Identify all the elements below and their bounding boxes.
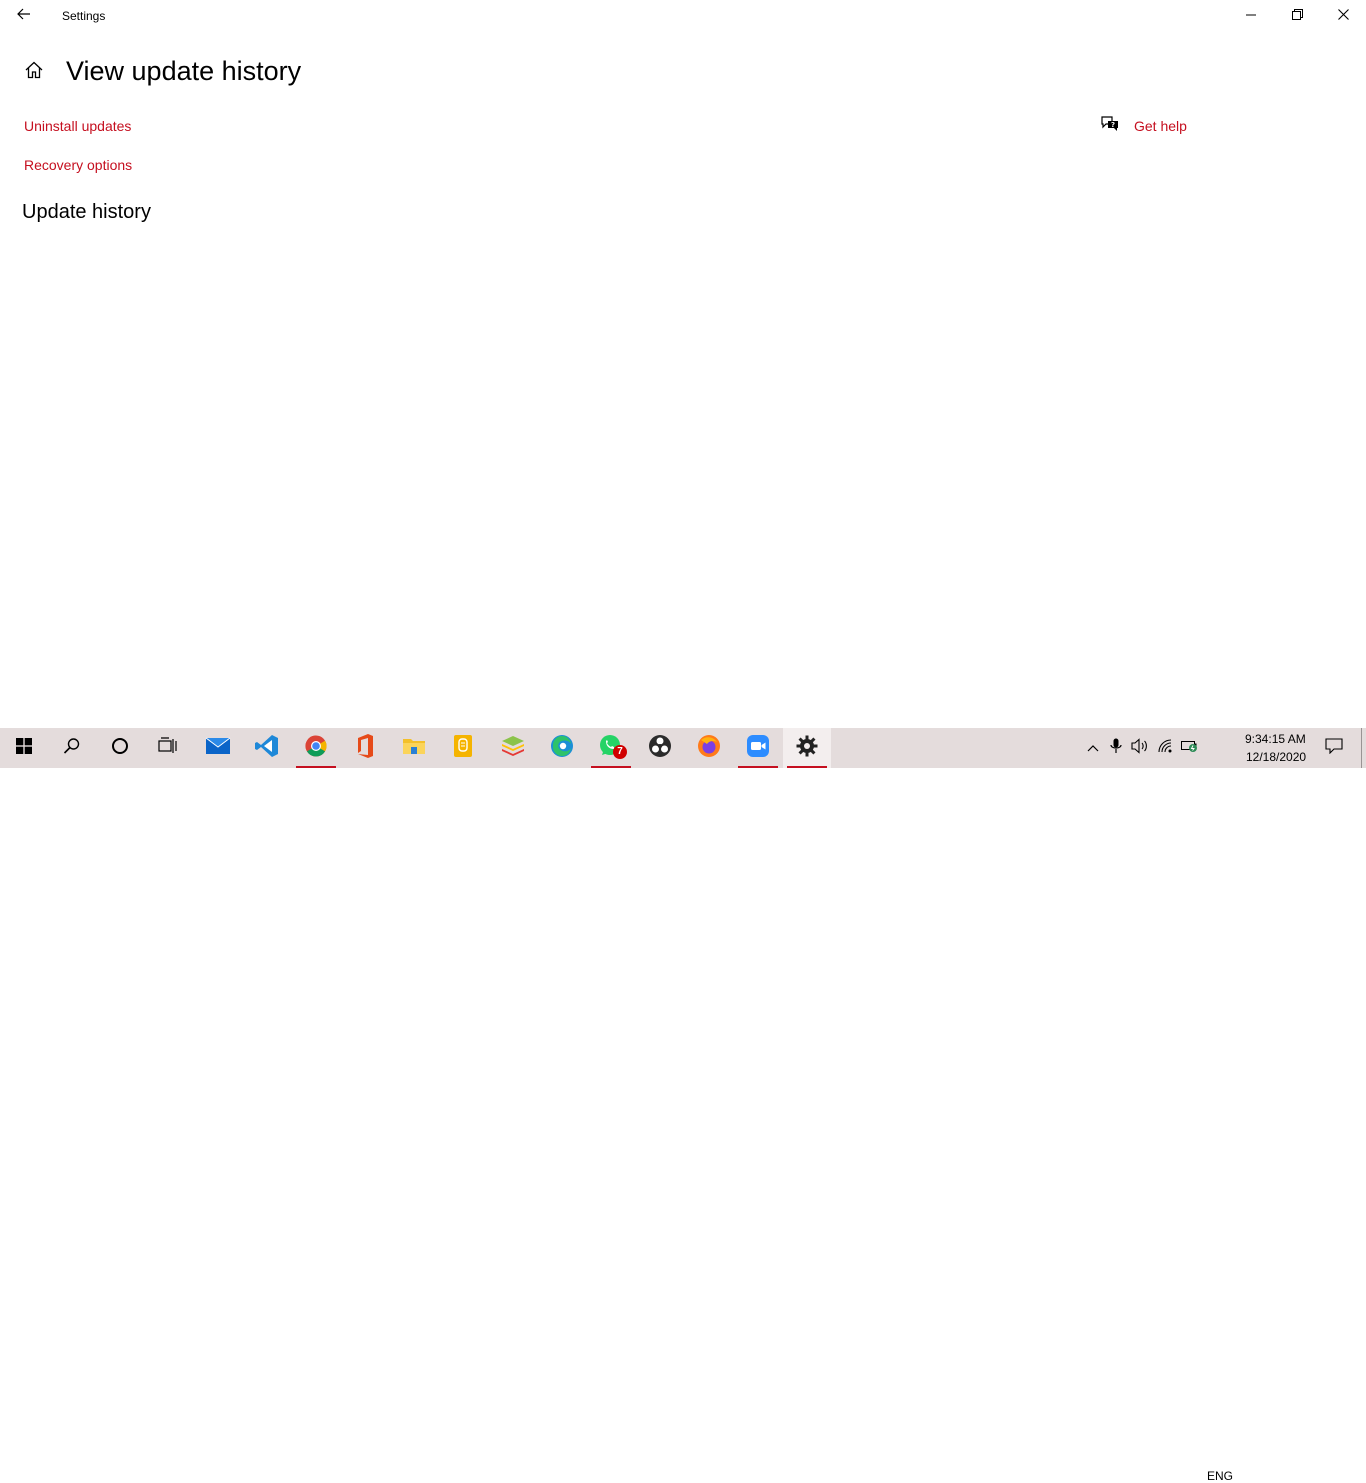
recovery-options-link[interactable]: Recovery options (24, 157, 132, 173)
file-explorer-app[interactable] (390, 728, 438, 768)
vscode-icon (255, 734, 279, 763)
edge-app[interactable] (538, 728, 586, 768)
close-button[interactable] (1320, 0, 1366, 32)
notes-app[interactable] (439, 728, 487, 768)
get-help-link[interactable]: Get help (1134, 118, 1187, 134)
chrome-app[interactable] (292, 728, 340, 768)
back-button[interactable] (0, 0, 48, 32)
show-desktop-divider[interactable] (1361, 728, 1362, 768)
notification-badge: 7 (613, 745, 627, 759)
microphone-icon (1110, 738, 1122, 759)
title-bar: Settings (0, 0, 1366, 32)
task-view-button[interactable] (144, 728, 192, 768)
settings-window: Settings View update history Uninstall u… (0, 0, 1366, 728)
edge-icon (550, 734, 574, 763)
battery-tray-button[interactable] (1178, 728, 1202, 768)
zoom-app[interactable] (734, 728, 782, 768)
cortana-button[interactable] (96, 728, 144, 768)
whatsapp-app[interactable]: 7 (587, 728, 635, 768)
window-title: Settings (62, 9, 106, 23)
get-help-row[interactable]: ? Get help (1100, 115, 1187, 138)
volume-tray-button[interactable] (1128, 728, 1152, 768)
firefox-icon (697, 734, 721, 763)
taskbar: 7 ENG 9:34:15 AM 12/18/2020 (0, 728, 1366, 1483)
page-title: View update history (66, 56, 302, 86)
firefox-app[interactable] (685, 728, 733, 768)
update-history-heading: Update history (22, 201, 151, 223)
battery-charging-icon (1181, 739, 1199, 758)
chrome-icon (305, 735, 327, 762)
search-button[interactable] (48, 728, 96, 768)
cortana-circle-icon (111, 737, 129, 760)
restore-button[interactable] (1274, 0, 1320, 32)
minimize-icon (1246, 7, 1256, 25)
home-icon (24, 60, 44, 85)
settings-app[interactable] (783, 728, 831, 768)
notes-icon (453, 734, 473, 763)
notification-icon (1325, 737, 1343, 759)
obs-app[interactable] (636, 728, 684, 768)
svg-text:?: ? (1111, 121, 1115, 129)
show-hidden-icons-button[interactable] (1081, 728, 1105, 768)
office-app[interactable] (341, 728, 389, 768)
start-button[interactable] (0, 728, 48, 768)
close-icon (1337, 7, 1349, 25)
back-arrow-icon (17, 7, 31, 25)
minimize-button[interactable] (1228, 0, 1274, 32)
office-icon (355, 733, 375, 763)
task-view-icon (158, 736, 178, 760)
windows-logo-icon (16, 737, 32, 759)
network-tray-button[interactable] (1154, 728, 1178, 768)
zoom-icon (746, 734, 770, 763)
folder-icon (402, 736, 426, 761)
action-center-button[interactable] (1321, 728, 1347, 768)
clock-date[interactable]: 12/18/2020 (1246, 750, 1306, 764)
clock-time[interactable]: 9:34:15 AM (1245, 732, 1306, 746)
wifi-icon (1158, 738, 1174, 758)
obs-icon (648, 734, 672, 763)
gear-icon (796, 735, 818, 762)
bluestacks-icon (501, 735, 525, 762)
restore-icon (1291, 7, 1303, 25)
language-indicator[interactable]: ENG (1207, 1469, 1233, 1483)
vscode-app[interactable] (243, 728, 291, 768)
mail-app[interactable] (194, 728, 242, 768)
microphone-tray-button[interactable] (1104, 728, 1128, 768)
home-button[interactable] (22, 60, 46, 84)
speaker-icon (1131, 737, 1149, 759)
uninstall-updates-link[interactable]: Uninstall updates (24, 118, 131, 134)
chat-help-icon: ? (1100, 115, 1120, 138)
chevron-up-icon (1087, 739, 1099, 757)
search-icon (63, 737, 81, 760)
bluestacks-app[interactable] (489, 728, 537, 768)
mail-icon (205, 736, 231, 761)
